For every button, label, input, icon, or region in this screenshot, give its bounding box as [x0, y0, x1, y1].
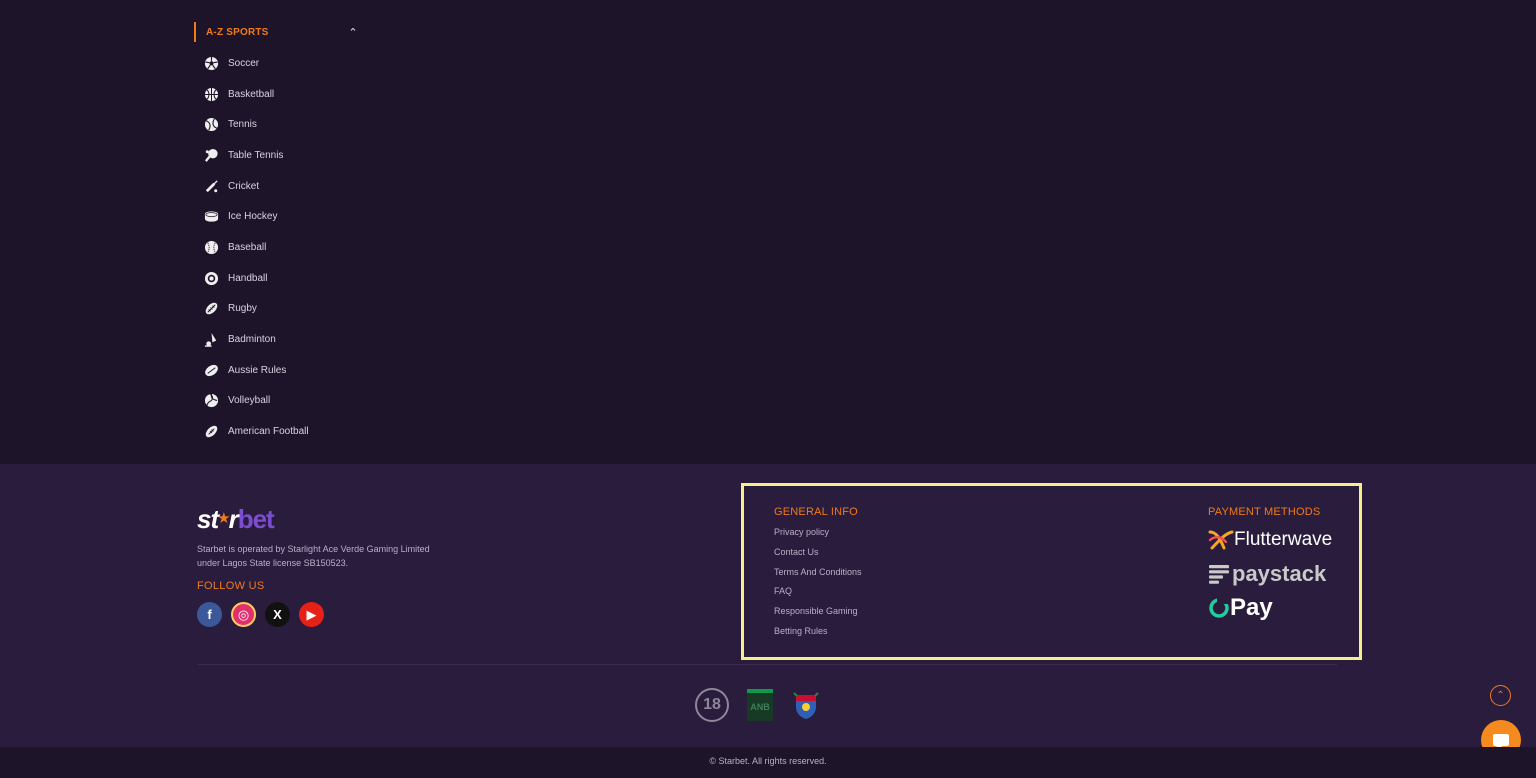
opay-text: Pay: [1230, 593, 1273, 621]
sport-label: Volleyball: [228, 395, 271, 407]
sport-label: Soccer: [228, 57, 260, 69]
american-football-icon: [204, 424, 219, 439]
paystack-icon: [1209, 564, 1229, 584]
social-links: f ◎ X ▶: [197, 602, 324, 627]
anb-badge-icon: ANB: [747, 689, 773, 721]
rugby-ball-icon: [204, 301, 219, 316]
opay-logo: Pay: [1208, 593, 1348, 621]
sport-item-aussie-rules[interactable]: Aussie Rules: [194, 355, 360, 386]
instagram-icon[interactable]: ◎: [231, 602, 256, 627]
tennis-ball-icon: [204, 117, 219, 132]
operator-notice: Starbet is operated by Starlight Ace Ver…: [197, 544, 430, 568]
payment-methods-title: PAYMENT METHODS: [1208, 506, 1321, 518]
sport-label: Baseball: [228, 241, 267, 253]
link-responsible-gaming[interactable]: Responsible Gaming: [774, 606, 862, 626]
general-info-title: GENERAL INFO: [774, 506, 858, 518]
sport-label: Table Tennis: [228, 149, 284, 161]
soccer-ball-icon: [204, 56, 219, 71]
link-privacy-policy[interactable]: Privacy policy: [774, 527, 862, 547]
logo-text-start: st: [197, 504, 219, 534]
chevron-up-icon[interactable]: ⌃: [346, 26, 360, 39]
logo-text-mid: r: [228, 504, 239, 534]
flutterwave-icon: [1208, 530, 1234, 549]
az-sports-menu: A-Z SPORTS ⌃ Soccer Basketball Tennis Ta…: [194, 22, 360, 447]
opay-icon: [1209, 597, 1230, 618]
hockey-puck-icon: [204, 209, 219, 224]
sport-item-volleyball[interactable]: Volleyball: [194, 386, 360, 417]
sport-label: American Football: [228, 426, 309, 438]
follow-us-heading: FOLLOW US: [197, 580, 265, 592]
facebook-icon[interactable]: f: [197, 602, 222, 627]
sport-label: Basketball: [228, 88, 275, 100]
sport-item-table-tennis[interactable]: Table Tennis: [194, 140, 360, 171]
handball-icon: [204, 271, 219, 286]
payment-methods: PAYMENT METHODS Flutterwave paystack Pay: [1208, 506, 1348, 621]
link-betting-rules[interactable]: Betting Rules: [774, 626, 862, 646]
logo-text-end: bet: [237, 504, 275, 534]
flutterwave-text: Flutterwave: [1234, 528, 1333, 550]
shuttlecock-icon: [204, 332, 219, 347]
flutterwave-logo: Flutterwave: [1208, 527, 1348, 552]
starbet-logo[interactable]: st★rbet: [197, 504, 275, 534]
baseball-icon: [204, 240, 219, 255]
paystack-text: paystack: [1232, 560, 1327, 586]
sport-item-badminton[interactable]: Badminton: [194, 324, 360, 355]
link-contact-us[interactable]: Contact Us: [774, 547, 862, 567]
sport-label: Rugby: [228, 303, 257, 315]
az-sports-title: A-Z SPORTS: [206, 26, 269, 38]
sport-label: Aussie Rules: [228, 364, 287, 376]
chat-icon: [1493, 734, 1509, 750]
x-icon[interactable]: X: [265, 602, 290, 627]
sport-item-american-football[interactable]: American Football: [194, 416, 360, 447]
table-tennis-paddle-icon: [204, 148, 219, 163]
link-faq[interactable]: FAQ: [774, 586, 862, 606]
basketball-icon: [204, 87, 219, 102]
sport-label: Handball: [228, 272, 268, 284]
lagos-state-seal-icon: [791, 689, 821, 721]
sport-item-ice-hockey[interactable]: Ice Hockey: [194, 201, 360, 232]
sport-item-soccer[interactable]: Soccer: [194, 48, 360, 79]
chevron-up-icon[interactable]: ⌃: [1490, 685, 1511, 706]
volleyball-icon: [204, 393, 219, 408]
sport-list: Soccer Basketball Tennis Table Tennis Cr…: [194, 48, 360, 447]
sport-label: Tennis: [228, 119, 257, 131]
sport-label: Badminton: [228, 334, 276, 346]
cricket-bat-icon: [204, 179, 219, 194]
general-info: GENERAL INFO Privacy policy Contact Us T…: [774, 506, 862, 646]
youtube-icon[interactable]: ▶: [299, 602, 324, 627]
sport-item-basketball[interactable]: Basketball: [194, 79, 360, 110]
az-sports-header[interactable]: A-Z SPORTS ⌃: [194, 22, 360, 42]
sport-label: Cricket: [228, 180, 260, 192]
age-18-plus-badge: 18: [695, 688, 729, 722]
sport-label: Ice Hockey: [228, 211, 278, 223]
footer-divider: [197, 664, 1337, 665]
sport-item-cricket[interactable]: Cricket: [194, 171, 360, 202]
paystack-logo: paystack: [1208, 561, 1348, 586]
sport-item-baseball[interactable]: Baseball: [194, 232, 360, 263]
copyright: © Starbet. All rights reserved.: [0, 747, 1536, 778]
sport-item-rugby[interactable]: Rugby: [194, 294, 360, 325]
license-badges: 18 ANB: [695, 688, 821, 722]
sport-item-handball[interactable]: Handball: [194, 263, 360, 294]
sport-item-tennis[interactable]: Tennis: [194, 109, 360, 140]
aussie-rules-ball-icon: [204, 363, 219, 378]
link-terms[interactable]: Terms And Conditions: [774, 567, 862, 587]
